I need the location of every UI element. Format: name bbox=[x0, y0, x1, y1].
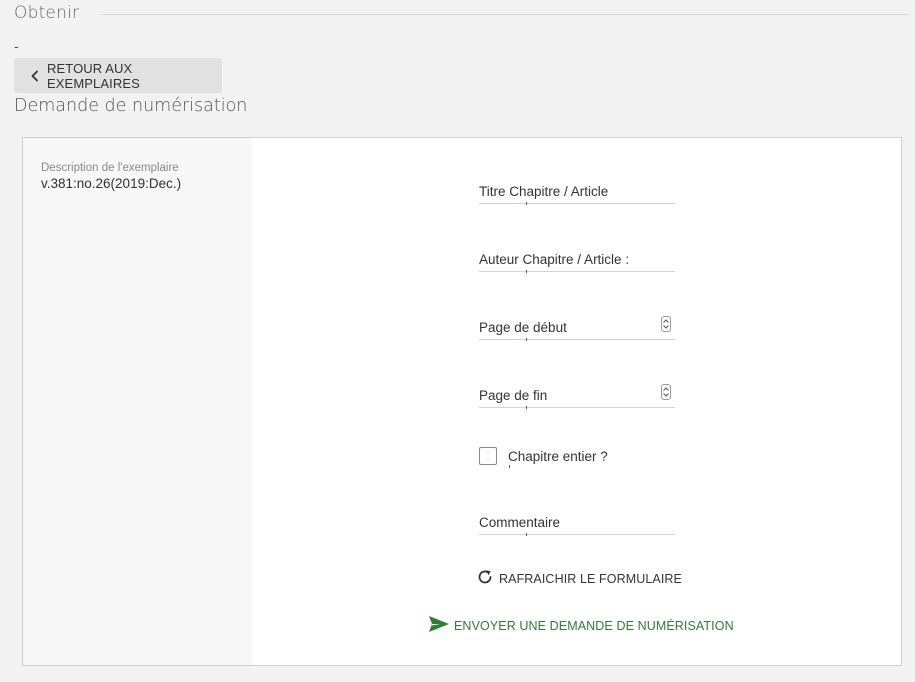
whole-chapter-label: Chapitre entier ? bbox=[508, 448, 608, 468]
end-page-field[interactable]: Page de fin bbox=[479, 382, 675, 409]
back-to-items-button[interactable]: RETOUR AUX EXEMPLAIRES bbox=[14, 58, 222, 93]
whole-chapter-label-text: Chapitre entier ? bbox=[508, 448, 608, 464]
back-button-label: RETOUR AUX EXEMPLAIRES bbox=[47, 60, 140, 91]
field-focus-marker bbox=[526, 202, 527, 205]
digitization-request-card: Description de l'exemplaire v.381:no.26(… bbox=[22, 137, 902, 666]
whole-chapter-row: Chapitre entier ? bbox=[479, 447, 608, 468]
whole-chapter-checkbox[interactable] bbox=[479, 447, 497, 465]
field-focus-marker bbox=[526, 270, 527, 273]
start-page-label: Page de début bbox=[479, 320, 567, 335]
field-focus-marker bbox=[526, 406, 527, 409]
refresh-form-label: RAFRAICHIR LE FORMULAIRE bbox=[499, 572, 682, 586]
comment-field[interactable]: Commentaire bbox=[479, 509, 675, 536]
comment-label: Commentaire bbox=[479, 515, 561, 530]
item-description-value: v.381:no.26(2019:Dec.) bbox=[41, 176, 182, 191]
start-page-field[interactable]: Page de début bbox=[479, 314, 675, 341]
send-request-label: ENVOYER UNE DEMANDE DE NUMÉRISATION bbox=[454, 619, 734, 633]
start-page-stepper-icon[interactable] bbox=[661, 316, 671, 332]
dash-placeholder: - bbox=[14, 40, 19, 55]
refresh-icon bbox=[476, 568, 494, 590]
chapter-title-field[interactable]: Titre Chapitre / Article bbox=[479, 178, 675, 205]
section-divider bbox=[101, 13, 909, 15]
item-description-label: Description de l'exemplaire bbox=[41, 162, 179, 174]
request-form: Titre Chapitre / Article Auteur Chapitre… bbox=[252, 138, 901, 665]
field-focus-marker bbox=[526, 338, 527, 341]
field-focus-marker bbox=[509, 464, 510, 468]
chapter-author-label: Auteur Chapitre / Article : bbox=[479, 252, 630, 267]
chapter-title-label: Titre Chapitre / Article bbox=[479, 184, 609, 199]
section-title: Obtenir bbox=[14, 3, 80, 23]
section-header: Obtenir bbox=[14, 2, 909, 24]
send-digitization-request-button[interactable]: ENVOYER UNE DEMANDE DE NUMÉRISATION bbox=[428, 615, 734, 637]
end-page-label: Page de fin bbox=[479, 388, 548, 403]
chapter-author-field[interactable]: Auteur Chapitre / Article : bbox=[479, 246, 675, 273]
send-icon bbox=[428, 615, 450, 637]
item-info-panel: Description de l'exemplaire v.381:no.26(… bbox=[23, 138, 252, 665]
field-focus-marker bbox=[526, 533, 527, 536]
page-title: Demande de numérisation bbox=[14, 96, 248, 116]
end-page-stepper-icon[interactable] bbox=[661, 384, 671, 400]
refresh-form-button[interactable]: RAFRAICHIR LE FORMULAIRE bbox=[476, 568, 682, 590]
chevron-left-icon bbox=[27, 68, 43, 84]
